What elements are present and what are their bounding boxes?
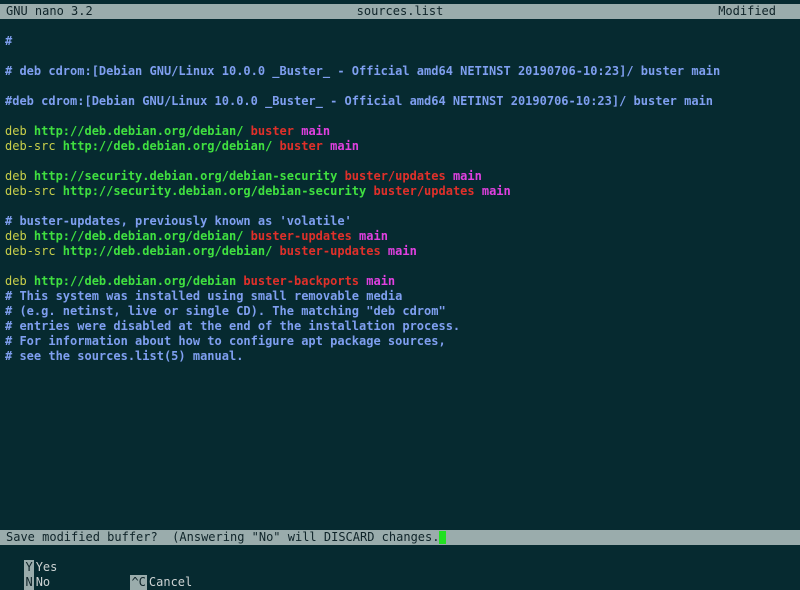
editor-line-segment: # entries were disabled at the end of th… <box>5 319 461 333</box>
text-cursor <box>439 531 446 544</box>
no-label: No <box>35 575 51 589</box>
editor-line-segment: deb <box>5 124 34 138</box>
editor-line-segment: http://deb.debian.org/debian/ <box>62 244 280 258</box>
editor-line-segment: deb <box>5 274 34 288</box>
file-name: sources.list <box>356 4 444 18</box>
editor-line-segment: buster <box>279 139 331 153</box>
editor-line-segment: deb-src <box>5 244 63 258</box>
editor-line-segment: deb <box>5 229 34 243</box>
editor-line: deb http://deb.debian.org/debian/ buster… <box>5 229 795 244</box>
editor-line: deb-src http://deb.debian.org/debian/ bu… <box>5 139 795 154</box>
editor-line-segment: main <box>330 139 360 153</box>
editor-line: # This system was installed using small … <box>5 289 795 304</box>
editor-line: # deb cdrom:[Debian GNU/Linux 10.0.0 _Bu… <box>5 64 795 79</box>
editor-line-segment: buster-updates <box>279 244 388 258</box>
editor-line-segment: http://security.debian.org/debian-securi… <box>62 184 374 198</box>
editor-line: #deb cdrom:[Debian GNU/Linux 10.0.0 _Bus… <box>5 94 795 109</box>
title-bar: GNU nano 3.2 sources.list Modified <box>0 4 800 19</box>
option-cancel[interactable]: ^C Cancel <box>116 560 192 590</box>
editor-line-segment: deb-src <box>5 184 63 198</box>
editor-line-segment: buster/updates <box>344 169 453 183</box>
save-prompt-bar: Save modified buffer? (Answering "No" wi… <box>0 530 800 545</box>
editor-line-segment: http://security.debian.org/debian-securi… <box>33 169 345 183</box>
option-no[interactable]: N No <box>10 560 50 590</box>
editor-line: # (e.g. netinst, live or single CD). The… <box>5 304 795 319</box>
editor-line-segment: #deb cdrom:[Debian GNU/Linux 10.0.0 _Bus… <box>5 94 714 108</box>
editor-line: deb http://deb.debian.org/debian/ buster… <box>5 124 795 139</box>
editor-line: deb http://security.debian.org/debian-se… <box>5 169 795 184</box>
editor-line-segment: main <box>366 274 396 288</box>
editor-line-segment: # <box>5 34 13 48</box>
editor-line-segment: # see the sources.list(5) manual. <box>5 349 244 363</box>
editor-line: deb-src http://deb.debian.org/debian/ bu… <box>5 244 795 259</box>
cancel-key: ^C <box>130 575 147 590</box>
editor-line-segment: http://deb.debian.org/debian/ <box>33 229 251 243</box>
editor-line-segment: # This system was installed using small … <box>5 289 403 303</box>
editor-line-segment: # For information about how to configure… <box>5 334 446 348</box>
editor-line: # entries were disabled at the end of th… <box>5 319 795 334</box>
editor-line: # see the sources.list(5) manual. <box>5 349 795 364</box>
editor-line-segment: deb <box>5 169 34 183</box>
editor-line-segment: deb-src <box>5 139 63 153</box>
editor-line-segment: main <box>387 244 417 258</box>
cancel-label: Cancel <box>148 575 193 589</box>
editor-line-segment: # deb cdrom:[Debian GNU/Linux 10.0.0 _Bu… <box>5 64 721 78</box>
editor-line: # buster-updates, previously known as 'v… <box>5 214 795 229</box>
editor-line-segment: buster-updates <box>250 229 360 243</box>
editor-line-segment: main <box>301 124 331 138</box>
editor-line-segment: buster-backports <box>243 274 367 288</box>
save-prompt-text: Save modified buffer? (Answering "No" wi… <box>6 530 454 544</box>
editor-line-segment: buster <box>250 124 302 138</box>
editor-line: deb http://deb.debian.org/debian buster-… <box>5 274 795 289</box>
editor-line: deb-src http://security.debian.org/debia… <box>5 184 795 199</box>
editor-line-segment: http://deb.debian.org/debian/ <box>62 139 280 153</box>
editor-line: # For information about how to configure… <box>5 334 795 349</box>
modified-status: Modified <box>718 4 776 18</box>
editor-line-segment: buster/updates <box>373 184 482 198</box>
no-key: N <box>24 575 34 590</box>
editor-buffer[interactable]: # # deb cdrom:[Debian GNU/Linux 10.0.0 _B… <box>5 34 795 364</box>
editor-line-segment: # buster-updates, previously known as 'v… <box>5 214 352 228</box>
editor-line-segment: http://deb.debian.org/debian/ <box>33 124 251 138</box>
editor-line-segment: main <box>481 184 511 198</box>
editor-line-segment: # (e.g. netinst, live or single CD). The… <box>5 304 446 318</box>
editor-line-segment: main <box>359 229 388 243</box>
editor-line-segment: main <box>452 169 482 183</box>
editor-line: # <box>5 34 795 49</box>
editor-line-segment: http://deb.debian.org/debian <box>33 274 244 288</box>
option-yes[interactable]: Y Yes <box>10 545 57 575</box>
